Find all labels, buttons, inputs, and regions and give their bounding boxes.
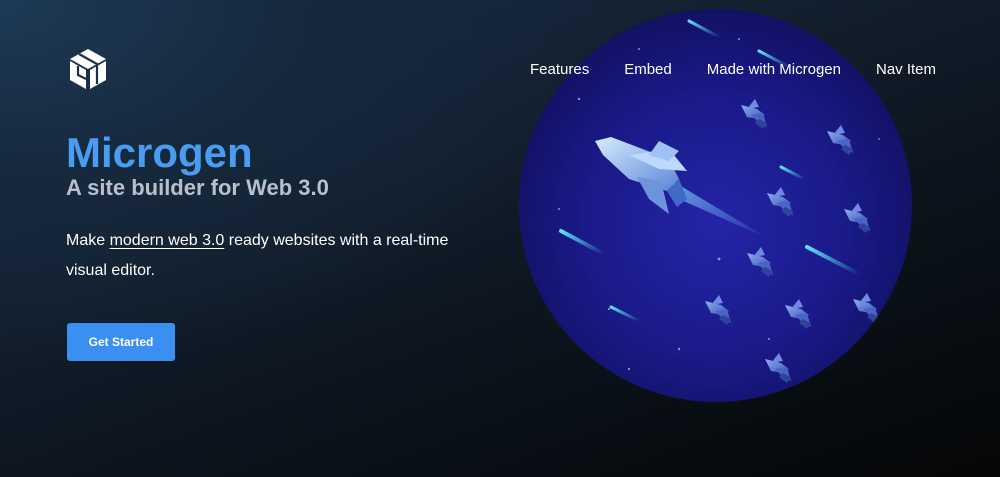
nav-item-features[interactable]: Features [530,60,589,80]
hero-description-text-start: Make [66,232,110,249]
cube-logo-svg [70,49,106,89]
hero-subtitle: A site builder for Web 3.0 [66,175,329,200]
cube-logo-icon[interactable] [66,47,110,91]
hero-description: Make modern web 3.0 ready websites with … [66,226,486,286]
main-nav: Features Embed Made with Microgen Nav It… [530,60,936,80]
nav-item-nav-item[interactable]: Nav Item [876,60,936,80]
get-started-button[interactable]: Get Started [67,323,175,361]
hero-description-link[interactable]: modern web 3.0 [110,232,225,249]
nav-item-embed[interactable]: Embed [624,60,672,80]
hero-title: Microgen [66,129,253,176]
nav-item-made-with-microgen[interactable]: Made with Microgen [707,60,841,80]
